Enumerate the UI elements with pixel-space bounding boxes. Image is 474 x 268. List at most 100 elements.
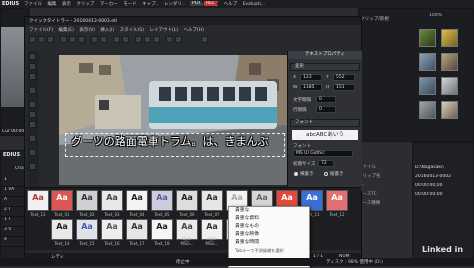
underline-icon[interactable] — [153, 36, 160, 43]
style-tile[interactable]: Aastyle-MSG... — [201, 219, 223, 246]
horizontal-radio-icon[interactable] — [294, 172, 298, 176]
bold-icon[interactable] — [135, 36, 142, 43]
ime-candidate[interactable]: 貴重な時間 — [229, 239, 309, 247]
style-tile[interactable]: Aa Text_02 — [76, 190, 98, 217]
properties-header: テキストプロパティ — [288, 51, 362, 59]
titler-menu[interactable]: ファイル(F) 編集(E) 表示(V) 挿入(I) スタイル(S) レイアウト(… — [29, 27, 208, 33]
char-spacing-field[interactable]: 0 — [316, 96, 336, 103]
plr-button[interactable]: PLR — [190, 1, 203, 6]
titler-menu-item[interactable]: 編集(E) — [59, 28, 74, 33]
menu-item[interactable]: レンダリ.. — [164, 2, 185, 7]
main-menu[interactable]: ファイル 編集 表示 クリップ マーカー モード キャプ.. レンダリ.. ツー… — [24, 1, 269, 7]
font-size-field[interactable]: 72 — [318, 160, 334, 167]
cut-icon[interactable] — [60, 36, 67, 43]
style-tile[interactable]: Aastyle-MSG... — [176, 219, 198, 246]
center-icon[interactable] — [166, 36, 173, 43]
style-tile[interactable]: Aa Text_03 — [101, 190, 123, 217]
x-field[interactable]: 123 — [300, 74, 322, 81]
save-icon[interactable] — [47, 36, 54, 43]
transform-section[interactable]: 変形 — [290, 63, 360, 71]
menu-item[interactable]: クリップ — [76, 2, 94, 7]
align-icon[interactable] — [113, 36, 120, 43]
style-tile[interactable]: Aa Text_17 — [126, 219, 148, 246]
h-label: H — [326, 85, 330, 90]
style-tile[interactable]: Aa Text_01 — [51, 190, 73, 217]
style-tile[interactable]: Aa Text_05 — [151, 190, 173, 217]
w-field[interactable]: 1185 — [300, 84, 322, 91]
vertical-radio-icon[interactable] — [324, 172, 328, 176]
ime-candidate[interactable]: 貴重なもの — [229, 223, 309, 231]
help-icon[interactable] — [201, 36, 208, 43]
redo-icon[interactable] — [100, 36, 107, 43]
select-tool-icon[interactable] — [29, 53, 36, 60]
new-icon[interactable] — [29, 36, 36, 43]
rectangle-tool-icon[interactable] — [29, 101, 36, 108]
text-tool-icon[interactable] — [29, 63, 36, 70]
clip-thumbnail[interactable] — [441, 101, 458, 119]
font-family-select[interactable]: MS UI Gothic — [293, 150, 353, 157]
menu-item[interactable]: 編集 — [47, 2, 56, 7]
ime-candidate[interactable]: 貴重な映像 — [229, 231, 309, 239]
open-icon[interactable] — [38, 36, 45, 43]
info-labels: ファイル クリップ名 TC ソースTC ソース種類 — [358, 164, 410, 209]
y-field[interactable]: 552 — [333, 74, 355, 81]
rec-button[interactable]: REC — [204, 1, 218, 6]
background-tool-icon[interactable] — [29, 163, 36, 170]
menu-item[interactable]: ファイル — [24, 2, 42, 7]
style-tile[interactable]: Aa Text_18 — [151, 219, 173, 246]
clip-thumbnail[interactable] — [419, 29, 436, 47]
bin-panel: GV Browser/すべてのクリップ/新規 100% — [315, 8, 474, 142]
ellipse-tool-icon[interactable] — [29, 111, 36, 118]
style-tile[interactable]: Aa Text_06 — [176, 190, 198, 217]
clip-thumbnail[interactable] — [419, 77, 436, 95]
info-label: TC — [358, 182, 410, 191]
titler-menu-item[interactable]: ファイル(F) — [29, 28, 53, 33]
ime-candidate[interactable]: 貴重な — [229, 207, 309, 215]
paste-icon[interactable] — [78, 36, 85, 43]
menu-item[interactable]: Evaluati... — [243, 2, 265, 7]
menu-item[interactable]: ヘルプ — [224, 2, 238, 7]
image-tool-icon[interactable] — [29, 87, 36, 94]
clip-thumbnail[interactable] — [419, 53, 436, 71]
titler-menu-item[interactable]: ヘルプ(H) — [183, 28, 203, 33]
rounded-rect-tool-icon[interactable] — [29, 135, 36, 142]
line-spacing-field[interactable]: 0 — [316, 106, 336, 113]
italic-icon[interactable] — [144, 36, 151, 43]
clip-thumbnail[interactable] — [441, 53, 458, 71]
titler-canvas[interactable]: グーツの路面電車トラム。は、きまんぶ — [59, 55, 287, 185]
style-tile[interactable]: Aa Text_14 — [51, 219, 73, 246]
menu-item[interactable]: 表示 — [62, 2, 71, 7]
distribute-icon[interactable] — [175, 36, 182, 43]
style-tile[interactable]: Aa Text_07 — [201, 190, 223, 217]
titler-menu-item[interactable]: 表示(V) — [79, 28, 95, 33]
menu-item[interactable]: キャプ.. — [142, 2, 158, 7]
clip-thumbnail[interactable] — [419, 101, 436, 119]
line-tool-icon[interactable] — [29, 121, 36, 128]
vertical-text-tool-icon[interactable] — [29, 73, 36, 80]
font-section[interactable]: フォント — [290, 119, 360, 127]
style-tile[interactable]: Aa Text_04 — [126, 190, 148, 217]
playback-status: 停止中 — [176, 260, 190, 265]
grid-icon[interactable] — [122, 36, 129, 43]
linkedin-logo: Linked in — [422, 245, 464, 254]
style-tile[interactable]: Aa Text_15 — [76, 219, 98, 246]
ime-candidate[interactable]: 貴重な資料 — [229, 215, 309, 223]
titler-menu-item[interactable]: 挿入(I) — [100, 28, 114, 33]
menu-item[interactable]: マーカー — [100, 2, 118, 7]
titler-menu-item[interactable]: レイアウト(L) — [149, 28, 178, 33]
disk-status: ディスク : 98% 使用中 (D:) — [326, 260, 383, 265]
undo-icon[interactable] — [91, 36, 98, 43]
titler-menu-item[interactable]: スタイル(S) — [120, 28, 144, 33]
style-tile[interactable]: Aa Text_13 — [27, 190, 49, 217]
style-tile[interactable]: Aa Text_12 — [326, 190, 348, 217]
menu-item[interactable]: モード — [123, 2, 137, 7]
clip-thumbnail[interactable] — [441, 29, 458, 47]
copy-icon[interactable] — [69, 36, 76, 43]
style-tile[interactable]: Aa Text_16 — [101, 219, 123, 246]
clip-thumbnail[interactable] — [441, 77, 458, 95]
text-properties-panel: テキストプロパティ 変形 X 123 Y 552 W 1185 H 151 文字… — [287, 51, 362, 191]
line-spacing-label: 行間隔 — [293, 108, 307, 113]
zoom-tool-icon[interactable] — [29, 149, 36, 156]
h-field[interactable]: 151 — [333, 84, 355, 91]
subtitle-text[interactable]: グーツの路面電車トラム。は、きまんぶ — [71, 135, 285, 149]
